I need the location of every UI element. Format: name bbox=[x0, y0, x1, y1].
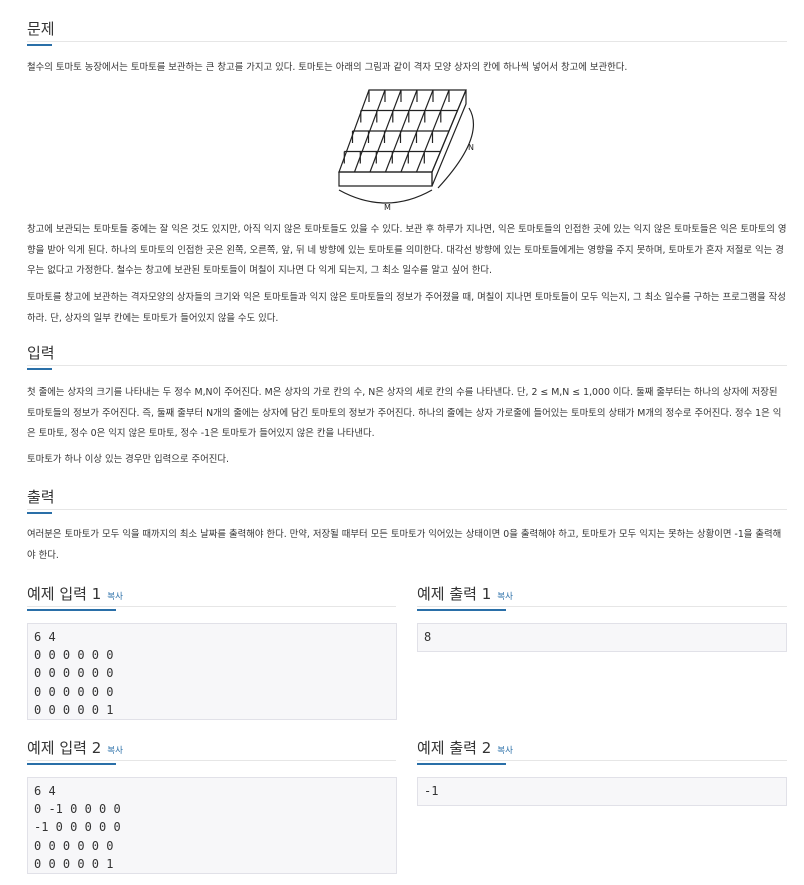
section-title-underline bbox=[417, 609, 506, 611]
section-title-output-text: 출력 bbox=[27, 488, 55, 506]
tomato-box-figure: N M bbox=[338, 89, 474, 212]
section-title-input-text: 입력 bbox=[27, 344, 55, 362]
section-divider bbox=[27, 509, 787, 510]
figure-label-m: M bbox=[384, 203, 391, 212]
sample-input-1-title: 예제 입력 1 복사 bbox=[27, 583, 123, 611]
problem-paragraph-3: 토마토를 창고에 보관하는 격자모양의 상자들의 크기와 익은 토마토들과 익지… bbox=[27, 292, 786, 324]
section-divider bbox=[417, 606, 787, 607]
problem-paragraph-2: 창고에 보관되는 토마토들 중에는 잘 익은 것도 있지만, 아직 익지 않은 … bbox=[27, 224, 787, 277]
sample-input-2-title-text: 예제 입력 2 bbox=[27, 739, 102, 757]
box-side bbox=[431, 89, 467, 187]
sample-output-2-title: 예제 출력 2 복사 bbox=[417, 737, 513, 765]
sample-input-2-title: 예제 입력 2 복사 bbox=[27, 737, 123, 765]
copy-sample-input-1-button[interactable]: 복사 bbox=[107, 592, 123, 602]
section-title-underline bbox=[417, 763, 506, 765]
sample-input-1-title-text: 예제 입력 1 bbox=[27, 585, 102, 603]
input-paragraph-1: 첫 줄에는 상자의 크기를 나타내는 두 정수 M,N이 주어진다. M은 상자… bbox=[27, 387, 782, 440]
dimension-arc-m bbox=[338, 189, 433, 204]
section-title-underline bbox=[27, 44, 52, 46]
box-front bbox=[338, 171, 433, 187]
section-title-underline bbox=[27, 512, 52, 514]
section-title-output: 출력 bbox=[27, 486, 55, 514]
section-title-problem-text: 문제 bbox=[27, 20, 55, 38]
section-title-underline bbox=[27, 763, 116, 765]
sample-input-2-code[interactable]: 6 4 0 -1 0 0 0 0 -1 0 0 0 0 0 0 0 0 0 0 … bbox=[27, 777, 397, 874]
section-title-underline bbox=[27, 368, 52, 370]
section-divider bbox=[27, 41, 787, 42]
input-paragraph-2: 토마토가 하나 이상 있는 경우만 입력으로 주어진다. bbox=[27, 454, 229, 465]
copy-sample-output-1-button[interactable]: 복사 bbox=[497, 592, 513, 602]
section-title-underline bbox=[27, 609, 116, 611]
section-divider bbox=[417, 760, 787, 761]
figure-label-n: N bbox=[468, 143, 474, 152]
sample-output-2-code[interactable]: -1 bbox=[417, 777, 787, 806]
output-paragraph-1: 여러분은 토마토가 모두 익을 때까지의 최소 날짜를 출력해야 한다. 만약,… bbox=[27, 529, 782, 561]
section-title-input: 입력 bbox=[27, 342, 55, 370]
section-divider bbox=[27, 365, 787, 366]
copy-sample-output-2-button[interactable]: 복사 bbox=[497, 746, 513, 756]
problem-page: 문제 철수의 토마토 농장에서는 토마토를 보관하는 큰 창고를 가지고 있다.… bbox=[0, 0, 804, 885]
sample-output-2-title-text: 예제 출력 2 bbox=[417, 739, 492, 757]
sample-output-1-code[interactable]: 8 bbox=[417, 623, 787, 652]
problem-intro: 철수의 토마토 농장에서는 토마토를 보관하는 큰 창고를 가지고 있다. 토마… bbox=[27, 62, 628, 73]
sample-output-1-title: 예제 출력 1 복사 bbox=[417, 583, 513, 611]
sample-output-1-title-text: 예제 출력 1 bbox=[417, 585, 492, 603]
section-divider bbox=[27, 760, 396, 761]
sample-input-1-code[interactable]: 6 4 0 0 0 0 0 0 0 0 0 0 0 0 0 0 0 0 0 0 … bbox=[27, 623, 397, 720]
copy-sample-input-2-button[interactable]: 복사 bbox=[107, 746, 123, 756]
section-divider bbox=[27, 606, 396, 607]
section-title-problem: 문제 bbox=[27, 18, 55, 46]
